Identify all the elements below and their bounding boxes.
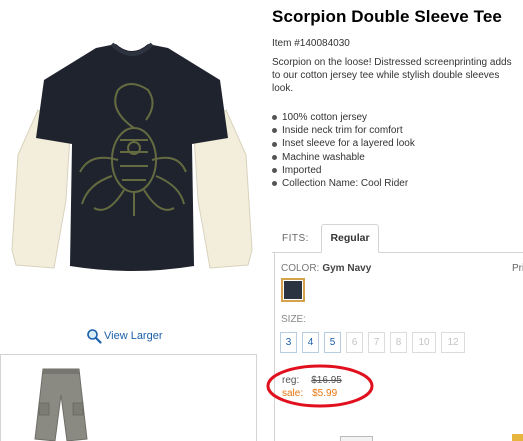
size-button-5[interactable]: 5: [324, 332, 341, 353]
price-highlight-circle: [266, 364, 374, 408]
fits-tabs: FITS: Regular: [272, 222, 523, 254]
description-line: Scorpion on the loose! Distressed screen…: [272, 57, 512, 68]
size-button-6[interactable]: 6: [346, 332, 363, 353]
size-button-8[interactable]: 8: [390, 332, 407, 353]
swatch-fill: [284, 281, 302, 299]
product-title: Scorpion Double Sleeve Tee: [272, 7, 502, 26]
magnifier-icon: [87, 329, 102, 344]
related-product-thumbnail[interactable]: [0, 354, 257, 441]
bullet-icon: [272, 128, 277, 134]
size-button-4[interactable]: 4: [302, 332, 319, 353]
feature-item: Inset sleeve for a layered look: [272, 137, 415, 150]
feature-text: Inside neck trim for comfort: [282, 125, 403, 137]
add-to-bag-control[interactable]: [340, 436, 373, 441]
cargo-pants-image[interactable]: [31, 367, 91, 441]
color-swatch-gym-navy[interactable]: [281, 278, 305, 302]
size-button-3[interactable]: 3: [280, 332, 297, 353]
color-label: COLOR:: [281, 263, 320, 274]
size-button-10[interactable]: 10: [412, 332, 436, 353]
bullet-icon: [272, 141, 277, 147]
product-image[interactable]: [8, 40, 256, 282]
feature-text: Collection Name: Cool Rider: [282, 178, 409, 190]
color-row: COLOR: Gym Navy: [281, 263, 371, 274]
view-larger-link[interactable]: View Larger: [86, 328, 163, 344]
feature-text: Imported: [282, 164, 322, 176]
price-hint: Pri: [512, 263, 523, 274]
options-panel: COLOR:Gym Navy Pri SIZE: 3 4 5 6 7 8 10 …: [274, 253, 523, 441]
size-selector: 3 4 5 6 7 8 10 12: [280, 332, 470, 353]
bullet-icon: [272, 115, 277, 121]
color-value: Gym Navy: [322, 263, 372, 274]
description-line: to our cotton jersey tee while stylish d…: [272, 70, 500, 81]
tab-regular[interactable]: Regular: [321, 224, 379, 253]
feature-item: 100% cotton jersey: [272, 111, 415, 124]
product-description: Scorpion on the loose! Distressed screen…: [272, 56, 523, 95]
bullet-icon: [272, 181, 277, 187]
side-tab[interactable]: [512, 434, 523, 441]
item-number: Item #140084030: [272, 38, 350, 49]
feature-item: Machine washable: [272, 151, 415, 164]
feature-item: Inside neck trim for comfort: [272, 124, 415, 137]
bullet-icon: [272, 154, 277, 160]
feature-item: Imported: [272, 164, 415, 177]
description-line: look.: [272, 83, 294, 94]
feature-item: Collection Name: Cool Rider: [272, 177, 415, 190]
size-button-12[interactable]: 12: [441, 332, 465, 353]
size-button-7[interactable]: 7: [368, 332, 385, 353]
feature-text: 100% cotton jersey: [282, 112, 368, 123]
feature-text: Inset sleeve for a layered look: [282, 138, 415, 150]
view-larger-label[interactable]: View Larger: [104, 330, 163, 342]
bullet-icon: [272, 167, 277, 173]
feature-list: 100% cotton jersey Inside neck trim for …: [272, 111, 415, 190]
fits-label: FITS:: [282, 233, 309, 244]
feature-text: Machine washable: [282, 151, 365, 163]
size-label: SIZE:: [281, 314, 307, 325]
